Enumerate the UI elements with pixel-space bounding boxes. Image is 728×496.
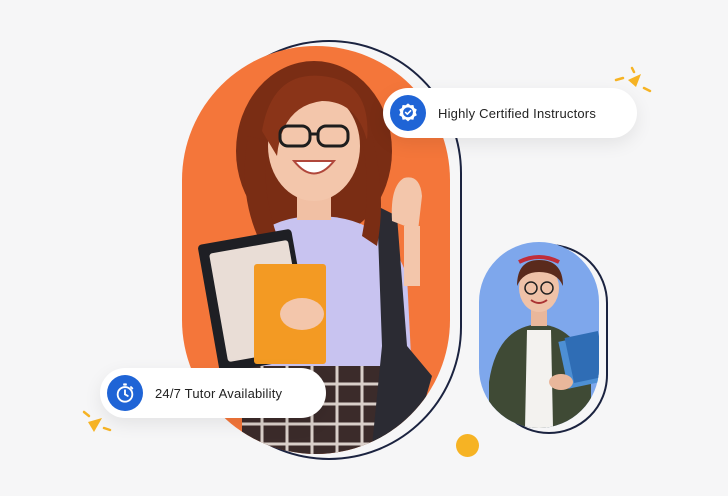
tutor-availability-badge: 24/7 Tutor Availability <box>100 368 326 418</box>
stopwatch-icon <box>107 375 143 411</box>
student-small-illustration <box>489 255 599 428</box>
certified-badge-icon <box>390 95 426 131</box>
tutor-availability-label: 24/7 Tutor Availability <box>155 385 283 401</box>
secondary-hero-image <box>479 242 599 428</box>
certified-instructors-badge: Highly Certified Instructors <box>383 88 637 138</box>
decorative-dot <box>456 434 479 457</box>
certified-instructors-label: Highly Certified Instructors <box>438 105 597 121</box>
